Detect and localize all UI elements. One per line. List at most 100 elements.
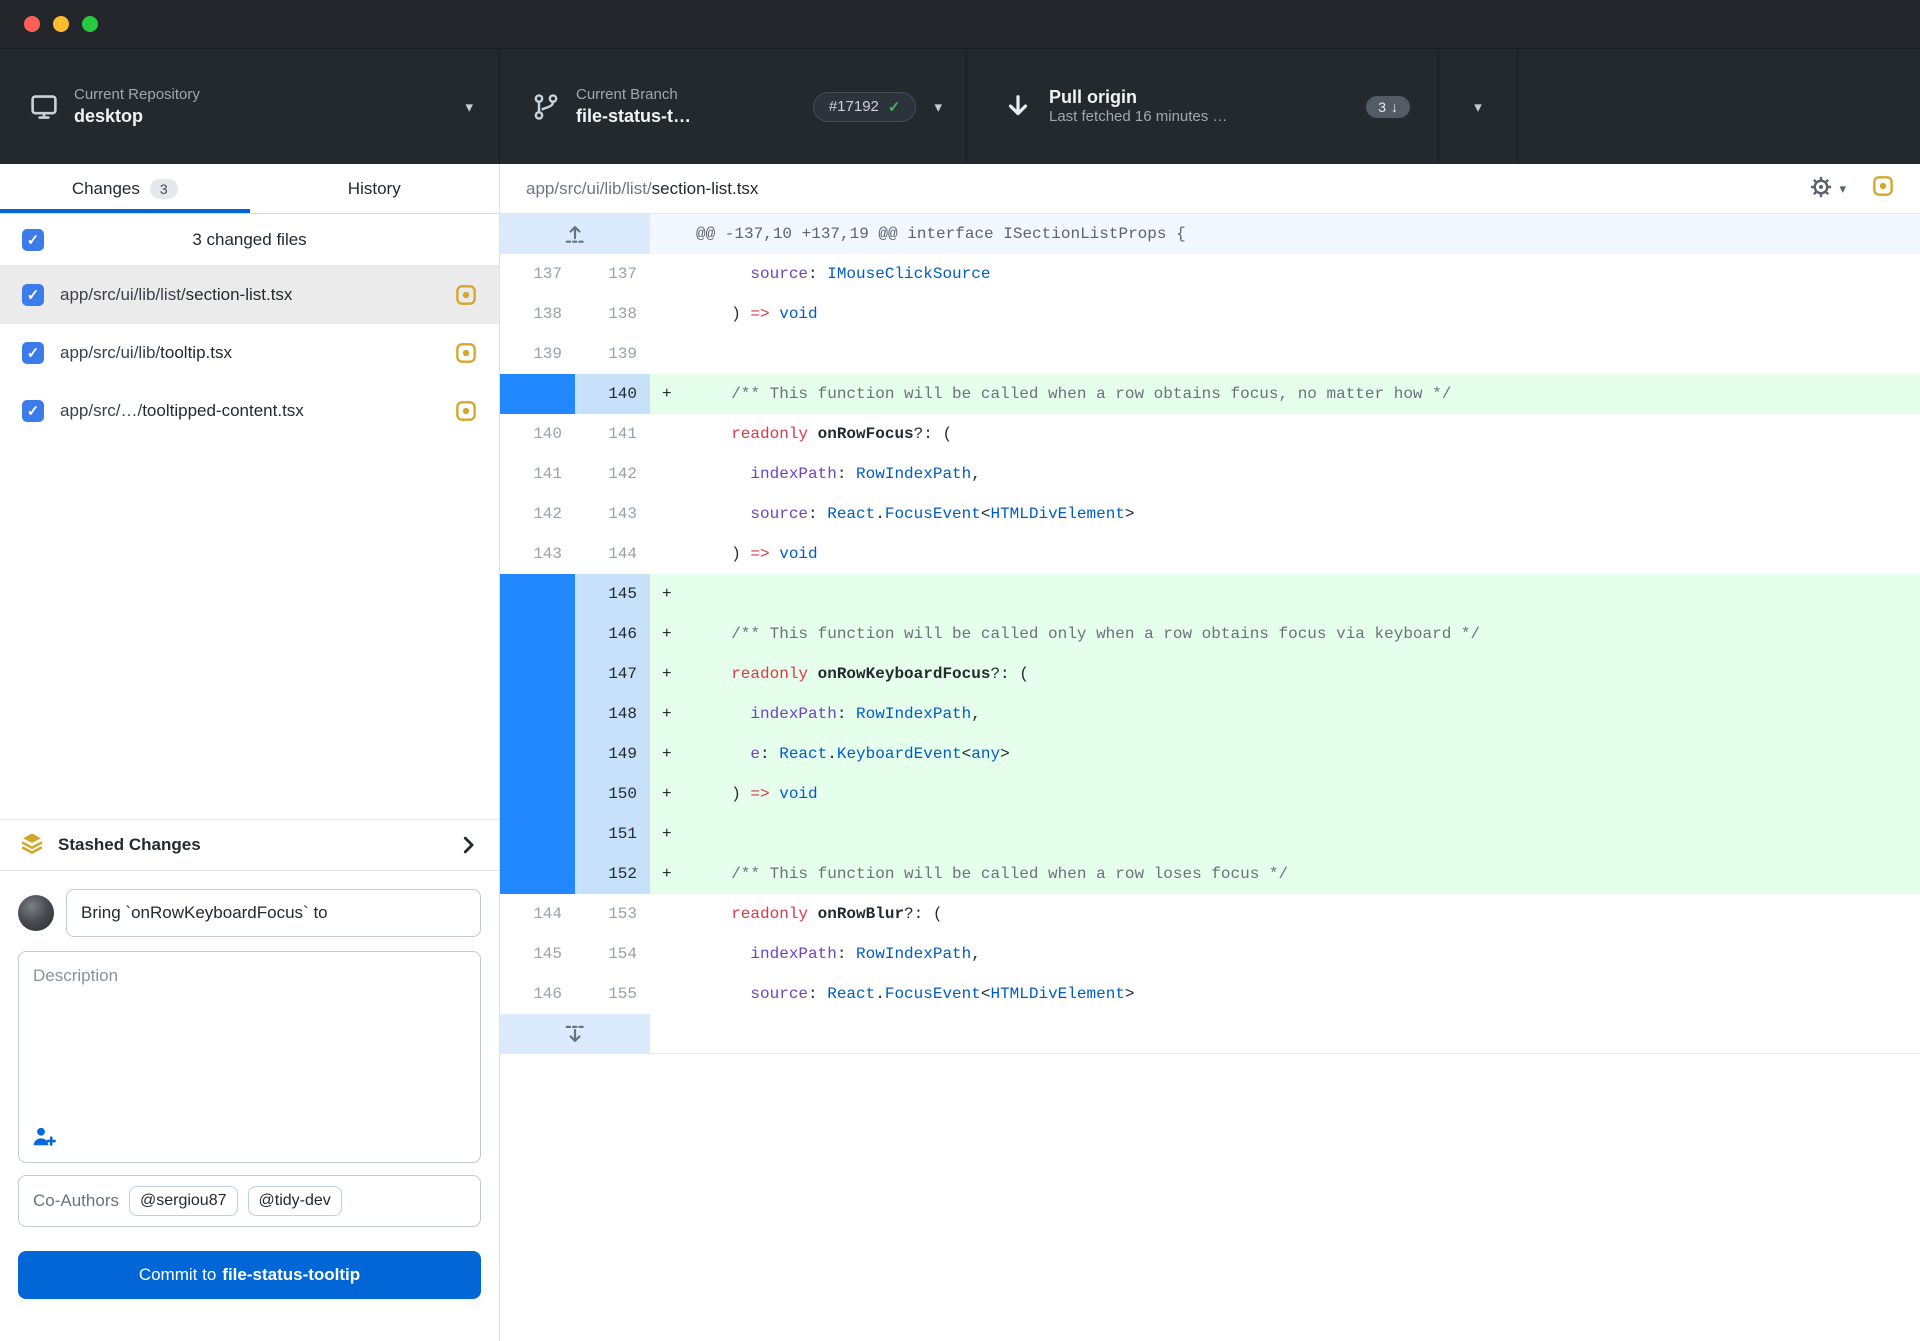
diff-gutter[interactable]: 150 [500,774,650,814]
coauthors-field[interactable]: Co-Authors @sergiou87@tidy-dev [18,1175,481,1227]
code-line: + /** This function will be called when … [650,374,1920,414]
old-line-number[interactable] [500,694,575,734]
diff-gutter[interactable]: 145 [500,574,650,614]
old-line-number[interactable]: 138 [500,294,575,334]
old-line-number[interactable]: 141 [500,454,575,494]
new-line-number[interactable]: 143 [575,494,650,534]
new-line-number[interactable]: 139 [575,334,650,374]
coauthor-chip[interactable]: @sergiou87 [129,1186,238,1216]
pr-status-badge[interactable]: #17192 ✓ [813,92,917,122]
select-all-checkbox[interactable]: ✓ [22,229,44,251]
new-line-number[interactable]: 145 [575,574,650,614]
file-checkbox[interactable]: ✓ [22,400,44,422]
diff-gutter[interactable]: 147 [500,654,650,694]
new-line-number[interactable]: 153 [575,894,650,934]
old-line-number[interactable]: 142 [500,494,575,534]
diff-gutter[interactable]: 152 [500,854,650,894]
minimize-window-button[interactable] [53,16,69,32]
old-line-number[interactable]: 146 [500,974,575,1014]
diff-gutter[interactable]: 146 [500,614,650,654]
old-line-number[interactable] [500,774,575,814]
new-line-number[interactable]: 142 [575,454,650,494]
old-line-number[interactable] [500,574,575,614]
current-repository-dropdown[interactable]: Current Repository desktop ▾ [0,49,500,164]
current-branch-label: Current Branch [576,86,691,105]
old-line-number[interactable]: 137 [500,254,575,294]
diff-row: 143144 ) => void [500,534,1920,574]
tab-changes[interactable]: Changes 3 [0,164,250,213]
new-line-number[interactable]: 155 [575,974,650,1014]
new-line-number[interactable]: 138 [575,294,650,334]
diff-gutter[interactable]: 146155 [500,974,650,1014]
new-line-number[interactable]: 147 [575,654,650,694]
diff-gutter[interactable]: 140 [500,374,650,414]
code-line: + readonly onRowKeyboardFocus?: ( [650,654,1920,694]
file-row[interactable]: ✓app/src/…/tooltipped-content.tsx [0,382,499,440]
diff-gutter[interactable]: 137137 [500,254,650,294]
code-line: indexPath: RowIndexPath, [650,454,1920,494]
commit-button[interactable]: Commit to file-status-tooltip [18,1251,481,1299]
modified-status-icon [455,284,477,306]
old-line-number[interactable] [500,374,575,414]
diff-gutter[interactable]: 144153 [500,894,650,934]
file-row[interactable]: ✓app/src/ui/lib/tooltip.tsx [0,324,499,382]
diff-row: 150+ ) => void [500,774,1920,814]
pull-origin-button[interactable]: Pull origin Last fetched 16 minutes … 3 … [967,49,1439,164]
current-branch-dropdown[interactable]: Current Branch file-status-t… #17192 ✓ ▾ [500,49,967,164]
diff-gutter[interactable]: 145154 [500,934,650,974]
diff-gutter[interactable]: 138138 [500,294,650,334]
new-line-number[interactable]: 151 [575,814,650,854]
diff-gutter[interactable]: 151 [500,814,650,854]
tab-history[interactable]: History [250,164,500,213]
expand-hunk-up-button[interactable] [500,214,650,254]
old-line-number[interactable]: 144 [500,894,575,934]
commit-summary-input[interactable] [66,889,481,937]
diff-gutter[interactable]: 143144 [500,534,650,574]
old-line-number[interactable]: 143 [500,534,575,574]
old-line-number[interactable] [500,614,575,654]
new-line-number[interactable]: 144 [575,534,650,574]
diff-gutter[interactable]: 139139 [500,334,650,374]
stashed-changes-row[interactable]: Stashed Changes [0,819,499,871]
add-coauthor-button[interactable] [32,1125,56,1149]
new-line-number[interactable]: 154 [575,934,650,974]
new-line-number[interactable]: 152 [575,854,650,894]
file-checkbox[interactable]: ✓ [22,342,44,364]
file-row[interactable]: ✓app/src/ui/lib/list/section-list.tsx [0,266,499,324]
diff-gutter[interactable]: 141142 [500,454,650,494]
diff-gutter[interactable]: 142143 [500,494,650,534]
diff-row: 138138 ) => void [500,294,1920,334]
coauthor-chip[interactable]: @tidy-dev [248,1186,342,1216]
old-line-number[interactable] [500,854,575,894]
code-line: source: React.FocusEvent<HTMLDivElement> [650,494,1920,534]
toolbar: Current Repository desktop ▾ Current Bra… [0,48,1920,164]
new-line-number[interactable]: 141 [575,414,650,454]
new-line-number[interactable]: 146 [575,614,650,654]
expand-hunk-down-button[interactable] [500,1014,650,1053]
diff-gutter[interactable]: 149 [500,734,650,774]
context-line-marker [662,894,712,934]
new-line-number[interactable]: 148 [575,694,650,734]
file-checkbox[interactable]: ✓ [22,284,44,306]
new-line-number[interactable]: 140 [575,374,650,414]
added-line-marker: + [662,774,712,814]
added-line-marker: + [662,614,712,654]
close-window-button[interactable] [24,16,40,32]
old-line-number[interactable]: 140 [500,414,575,454]
diff-file-header: app/src/ui/lib/list/section-list.tsx ▾ [500,164,1920,214]
diff-options-dropdown[interactable]: ▾ [1809,175,1846,202]
old-line-number[interactable] [500,734,575,774]
zoom-window-button[interactable] [82,16,98,32]
commit-description-input[interactable] [18,951,481,1163]
old-line-number[interactable]: 139 [500,334,575,374]
pull-options-dropdown[interactable]: ▾ [1439,49,1518,164]
old-line-number[interactable] [500,654,575,694]
diff-gutter[interactable]: 140141 [500,414,650,454]
diff-gutter[interactable]: 148 [500,694,650,734]
new-line-number[interactable]: 150 [575,774,650,814]
old-line-number[interactable]: 145 [500,934,575,974]
context-line-marker [662,934,712,974]
old-line-number[interactable] [500,814,575,854]
new-line-number[interactable]: 137 [575,254,650,294]
new-line-number[interactable]: 149 [575,734,650,774]
